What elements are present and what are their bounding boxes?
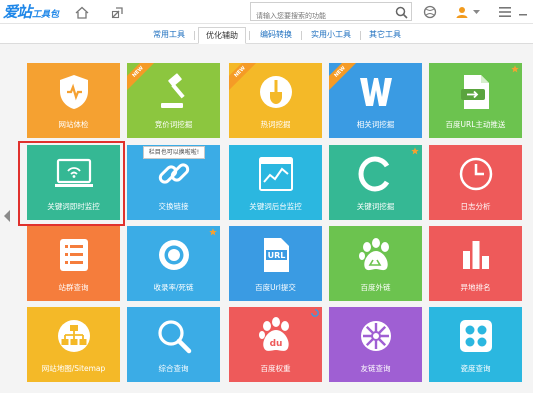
tile-bid-keyword-mining[interactable]: NEW 竞价词挖掘 [127,63,220,138]
tile-label: 友链查询 [360,364,391,373]
app-window: 爱站 工具包 常用工具 [0,0,533,393]
search-input[interactable] [251,7,386,25]
chart-screen-icon [229,154,322,194]
top-bar: 爱站 工具包 [0,0,533,25]
user-avatar-icon[interactable] [453,3,471,21]
tile-keyword-mining[interactable]: 关键词挖掘 [329,145,422,220]
search-button[interactable] [393,4,409,20]
tile-friend-link-query[interactable]: 友链查询 [329,307,422,382]
bar-rank-icon [429,235,522,275]
category-tabs: 常用工具 优化辅助 编码转换 实用小工具 其它工具 [0,24,533,44]
tab-divider [249,31,250,40]
tile-label: 百度Url提交 [255,283,296,292]
tile-site-group-query[interactable]: 站群查询 [27,226,120,301]
tab-divider [360,31,361,40]
baidu-du-icon: du [229,316,322,356]
tab-other-tools[interactable]: 其它工具 [362,27,408,44]
svg-text:URL: URL [267,251,285,260]
tile-label: 相关词挖掘 [356,120,395,129]
tile-label: 异地排名 [460,283,491,292]
tile-label: 百度外链 [360,283,391,292]
tile-label: 关键词挖掘 [356,202,395,211]
tile-related-word-mining[interactable]: NEW 相关词挖掘 [329,63,422,138]
gavel-icon [127,72,220,112]
logo-sub-text: 工具包 [32,10,60,20]
search-box [250,2,412,25]
share-icon[interactable] [109,3,127,21]
tile-label: 网站地图/Sitemap [41,364,106,373]
tab-divider [194,31,195,40]
tile-sitemap[interactable]: 网站地图/Sitemap [27,307,120,382]
shield-check-icon [27,72,120,112]
tile-label: 网站体检 [58,120,89,129]
tile-label: 百度权重 [260,364,291,373]
clock-icon [429,154,522,194]
tile-baidu-weight[interactable]: du 百度权重 [229,307,322,382]
url-doc-icon: URL [229,235,322,275]
tab-common-tools[interactable]: 常用工具 [146,27,192,44]
search-icon [395,6,408,19]
tab-optimization[interactable]: 优化辅助 [198,27,246,44]
menu-icon[interactable] [496,3,514,21]
minimize-icon[interactable] [516,3,530,21]
column-tip-tooltip: 栏目也可以换啦啦! [143,146,205,159]
home-icon[interactable] [73,3,91,21]
tab-encoding[interactable]: 编码转换 [253,27,299,44]
tile-keyword-background-monitor[interactable]: 关键词后台监控 [229,145,322,220]
w-letter-icon [329,72,422,112]
tile-log-analysis[interactable]: 日志分析 [429,145,522,220]
user-dropdown-icon[interactable] [471,3,481,21]
tile-baidu-url-submit[interactable]: URL 百度Url提交 [229,226,322,301]
tile-label: 热词挖掘 [260,120,291,129]
wheel-icon [329,316,422,356]
selected-tile-highlight [18,141,125,226]
tile-hot-word-mining[interactable]: NEW 热词挖掘 [229,63,322,138]
tile-label: 瓷度查询 [460,364,491,373]
tile-label: 交换链接 [158,202,189,211]
logo-main-text: 爱站 [3,3,32,21]
tile-label: 站群查询 [58,283,89,292]
tile-regional-ranking[interactable]: 异地排名 [429,226,522,301]
tile-label: 百度URL主动推送 [445,120,506,129]
skin-icon[interactable] [421,3,439,21]
prev-page-arrow-icon[interactable] [4,210,10,222]
tile-density-query[interactable]: 瓷度查询 [429,307,522,382]
tile-comprehensive-query[interactable]: 综合查询 [127,307,220,382]
tile-label: 综合查询 [158,364,189,373]
c-letter-icon [329,154,422,194]
list-icon [27,235,120,275]
tile-index-rate-dead-links[interactable]: 收录率/死链 [127,226,220,301]
tile-label: 收录率/死链 [153,283,194,292]
tile-baidu-url-push[interactable]: 百度URL主动推送 [429,63,522,138]
tile-label: 竞价词挖掘 [154,120,193,129]
baidu-paw-icon [329,235,422,275]
tab-divider [301,31,302,40]
ring-icon [127,235,220,275]
link-icon [127,154,220,194]
tiles-icon [429,316,522,356]
tile-label: 日志分析 [460,202,491,211]
document-push-icon [429,72,522,112]
tile-label: 关键词后台监控 [249,202,302,211]
app-logo: 爱站 工具包 [3,2,59,22]
svg-text:du: du [269,339,282,349]
sitemap-icon [27,316,120,356]
tile-site-checkup[interactable]: 网站体检 [27,63,120,138]
magnifier-icon [127,316,220,356]
tab-utilities[interactable]: 实用小工具 [304,27,358,44]
shovel-icon [229,72,322,112]
tile-baidu-backlinks[interactable]: 百度外链 [329,226,422,301]
